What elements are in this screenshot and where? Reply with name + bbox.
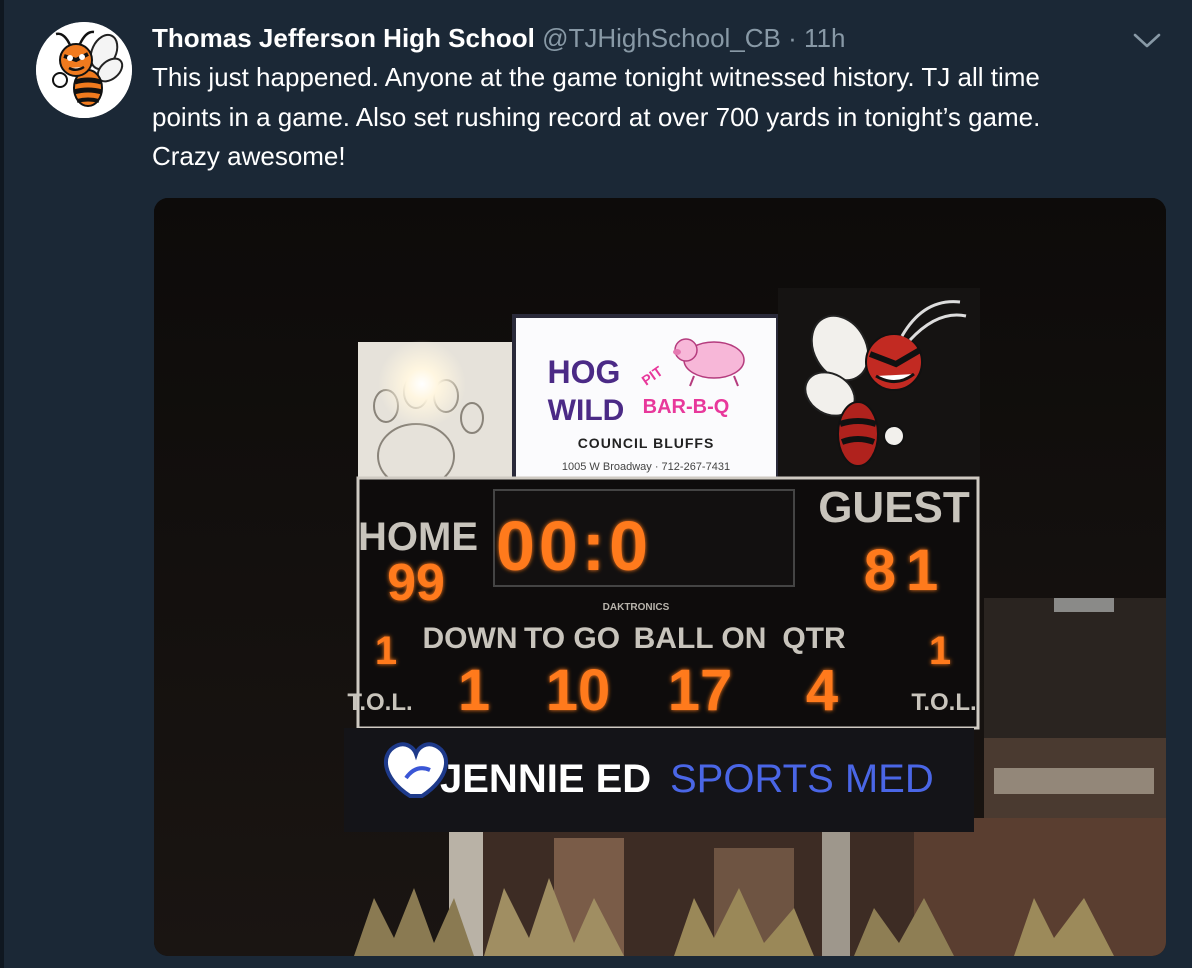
timestamp[interactable]: 11h [804, 23, 845, 53]
home-tol-value: 1 [375, 629, 397, 673]
home-score: 99 [387, 554, 445, 612]
guest-tol-value: 1 [929, 629, 951, 673]
guest-label: GUEST [818, 483, 970, 532]
hornet-mascot-icon [36, 22, 132, 118]
sign-address: 1005 W Broadway · 712-267-7431 [562, 461, 730, 473]
tweet-card[interactable]: Thomas Jefferson High School @TJHighScho… [0, 0, 1192, 968]
sign-city: COUNCIL BLUFFS [578, 435, 715, 451]
chevron-down-icon[interactable] [1130, 26, 1164, 54]
togo-value: 10 [546, 658, 611, 723]
game-clock: 00:0 [496, 507, 652, 585]
author-handle[interactable]: @TJHighSchool_CB [542, 23, 781, 53]
down-label: DOWN [423, 622, 518, 655]
ballon-value: 17 [668, 658, 733, 723]
avatar[interactable] [36, 22, 132, 118]
sponsor-bold: JENNIE ED [440, 757, 651, 801]
sign-hog: HOG [548, 354, 621, 390]
home-tol-label: T.O.L. [347, 689, 412, 716]
scoreboard-brand: DAKTRONICS [603, 602, 670, 613]
sponsor-light: SPORTS MED [670, 757, 934, 801]
home-label: HOME [358, 515, 478, 559]
qtr-label: QTR [782, 622, 846, 655]
sign-wild: WILD [548, 394, 625, 427]
tweet-header: Thomas Jefferson High School @TJHighScho… [152, 20, 845, 56]
qtr-value: 4 [806, 658, 838, 723]
down-value: 1 [458, 658, 490, 723]
tweet-text: This just happened. Anyone at the game t… [152, 62, 1041, 171]
author-name[interactable]: Thomas Jefferson High School [152, 23, 535, 53]
ballon-label: BALL ON [634, 622, 767, 655]
sign-barbq: BAR-B-Q [643, 396, 730, 418]
guest-score: 81 [864, 538, 949, 603]
guest-tol-label: T.O.L. [911, 689, 976, 716]
tweet-photo[interactable]: HOG WILD PIT BAR-B-Q COUNCIL BLUFFS 1005… [154, 198, 1166, 956]
togo-label: TO GO [524, 622, 620, 655]
scoreboard-photo: HOG WILD PIT BAR-B-Q COUNCIL BLUFFS 1005… [154, 198, 1166, 956]
separator-dot: · [788, 23, 797, 53]
